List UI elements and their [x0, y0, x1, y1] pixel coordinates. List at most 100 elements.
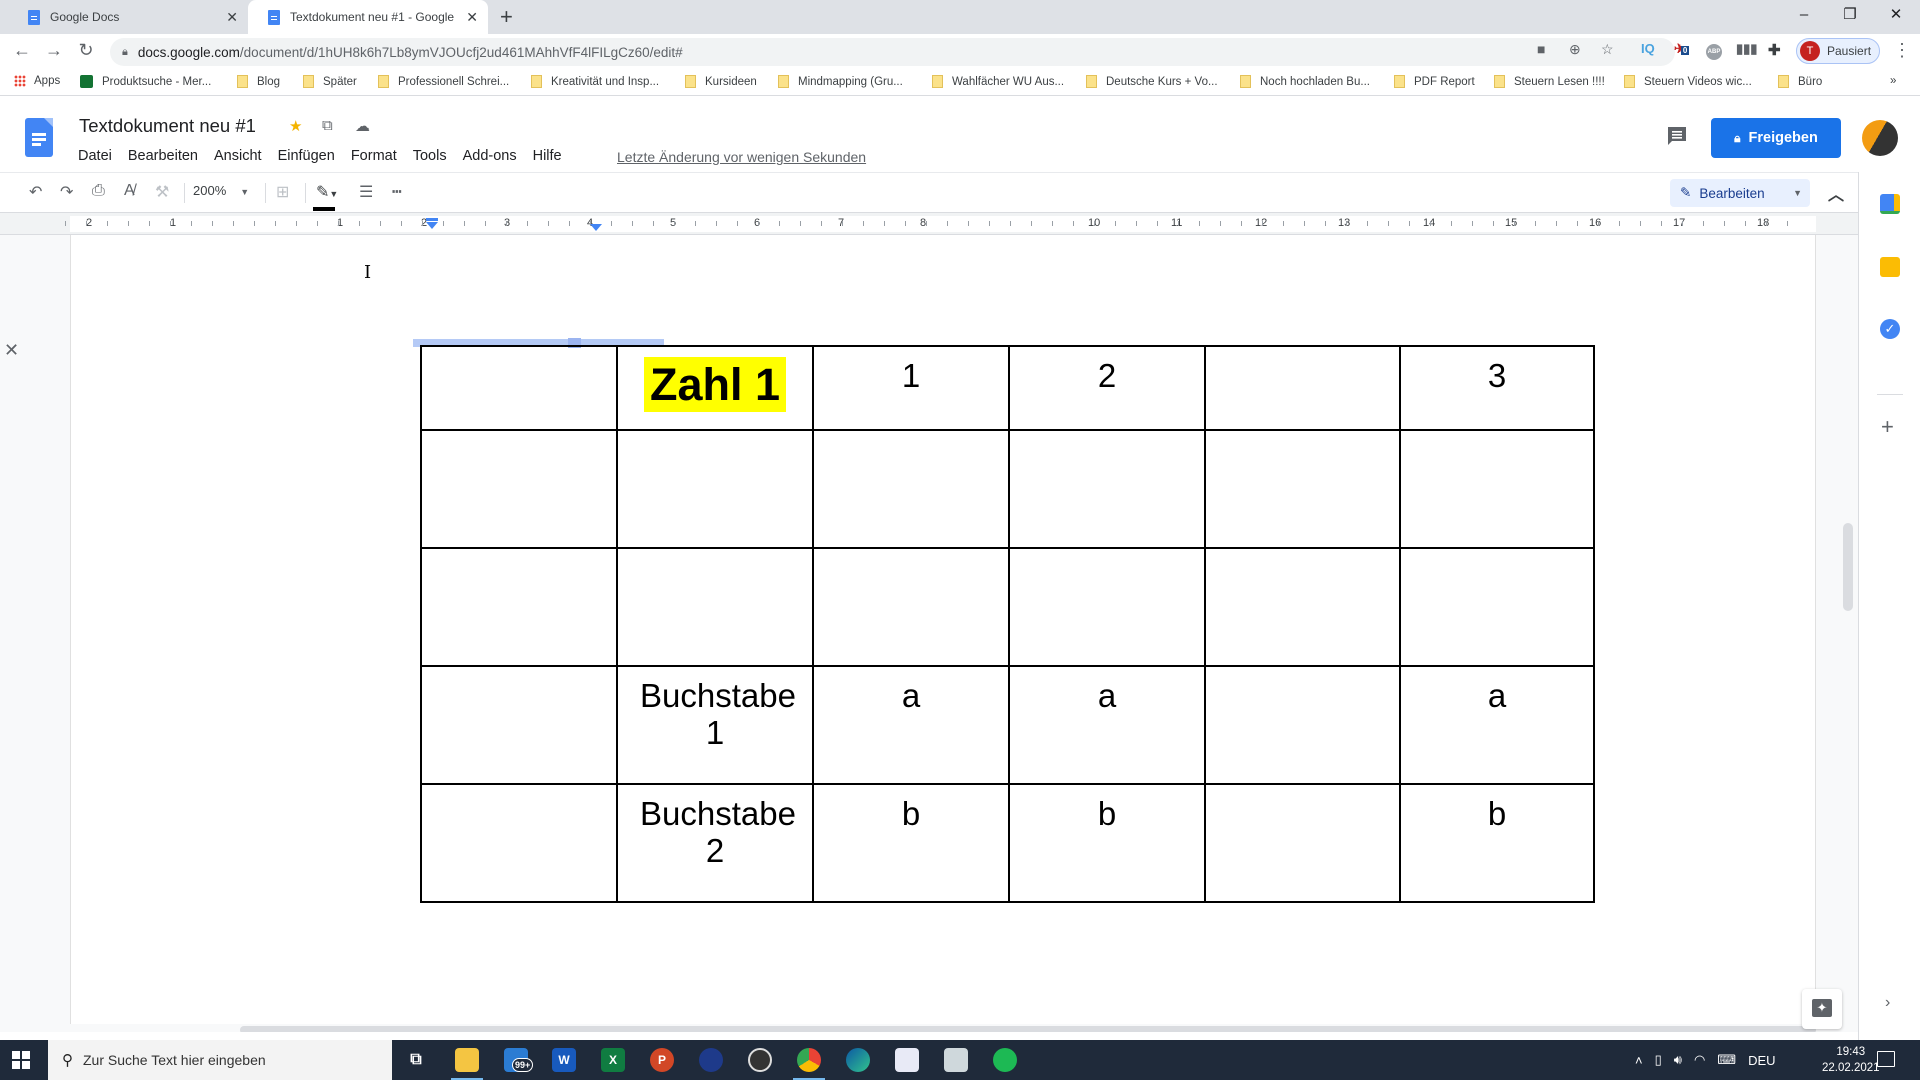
- table-cell[interactable]: Buchstabe 1: [616, 665, 814, 785]
- table-cell[interactable]: 3: [1399, 345, 1595, 431]
- bookmark-item[interactable]: Deutsche Kurs + Vo...: [1086, 75, 1218, 88]
- mail-icon[interactable]: 99+: [504, 1048, 534, 1072]
- extensions-puzzle-icon[interactable]: ✚: [1768, 41, 1781, 59]
- profile-button[interactable]: T Pausiert: [1796, 38, 1880, 64]
- extension-badge-icon[interactable]: ✈0: [1674, 41, 1690, 57]
- undo-icon[interactable]: ↶: [29, 182, 42, 202]
- tab-google-docs[interactable]: Google Docs ✕: [8, 0, 248, 34]
- document-table[interactable]: Zahl 1 1 2 3 Buchstabe 1 a a a Buchstabe 2 b b b: [420, 345, 1595, 903]
- cloud-saved-icon[interactable]: ☁: [355, 117, 370, 135]
- border-dash-icon[interactable]: ┅: [392, 182, 402, 202]
- comments-button[interactable]: [1665, 124, 1689, 146]
- redo-icon[interactable]: ↷: [60, 182, 73, 202]
- menu-bearbeiten[interactable]: Bearbeiten: [128, 148, 198, 164]
- collapse-menus-icon[interactable]: ︿: [1828, 181, 1844, 205]
- signal-extension-icon[interactable]: ▮▮▮: [1736, 41, 1757, 57]
- explore-button[interactable]: ✦: [1802, 989, 1842, 1029]
- bookmark-item[interactable]: Steuern Videos wic...: [1624, 75, 1752, 88]
- spotify-icon[interactable]: [993, 1048, 1017, 1072]
- volume-icon[interactable]: 🔊︎: [1674, 1052, 1682, 1068]
- zoom-in-icon[interactable]: ⊕: [1569, 41, 1581, 58]
- clock[interactable]: 19:43 22.02.2021: [1822, 1044, 1880, 1076]
- app-icon[interactable]: [699, 1048, 723, 1072]
- tab-textdokument[interactable]: Textdokument neu #1 - Google Docs ✕: [248, 0, 488, 34]
- table-cell[interactable]: 2: [1008, 345, 1206, 431]
- chrome-menu-icon[interactable]: ⋮: [1890, 40, 1914, 61]
- menu-format[interactable]: Format: [351, 148, 397, 164]
- table-cell[interactable]: [1008, 429, 1206, 549]
- menu-tools[interactable]: Tools: [413, 148, 447, 164]
- table-cell[interactable]: [420, 665, 618, 785]
- last-edit-link[interactable]: Letzte Änderung vor wenigen Sekunden: [617, 149, 866, 165]
- bookmark-item[interactable]: Büro: [1778, 75, 1822, 88]
- close-window-button[interactable]: ✕: [1873, 2, 1919, 28]
- excel-icon[interactable]: X: [601, 1048, 625, 1072]
- wifi-icon[interactable]: ◠: [1694, 1052, 1705, 1068]
- bookmark-item[interactable]: Später: [303, 75, 357, 88]
- zoom-select[interactable]: 200% ▼: [193, 183, 249, 198]
- table-cell[interactable]: Zahl 1: [616, 345, 814, 431]
- first-line-indent-marker[interactable]: [426, 218, 438, 221]
- table-cell[interactable]: [1204, 665, 1401, 785]
- language-indicator[interactable]: DEU: [1748, 1053, 1775, 1068]
- table-cell[interactable]: [812, 429, 1010, 549]
- table-cell[interactable]: [616, 429, 814, 549]
- bookmark-star-icon[interactable]: ☆: [1601, 41, 1614, 58]
- editing-mode-button[interactable]: ✎ Bearbeiten ▼: [1670, 179, 1810, 207]
- right-indent-marker[interactable]: [590, 224, 602, 231]
- bookmarks-overflow-button[interactable]: »: [1890, 75, 1896, 87]
- close-tab-icon[interactable]: ✕: [226, 9, 238, 26]
- iq-extension-icon[interactable]: IQ: [1641, 41, 1655, 56]
- edge-icon[interactable]: [846, 1048, 870, 1072]
- bookmark-item[interactable]: PDF Report: [1394, 75, 1475, 88]
- bookmark-item[interactable]: Mindmapping (Gru...: [778, 75, 903, 88]
- chrome-icon[interactable]: [793, 1048, 825, 1080]
- menu-hilfe[interactable]: Hilfe: [533, 148, 562, 164]
- ruler[interactable]: 2112345678101112131415161718: [0, 212, 1858, 235]
- close-outline-icon[interactable]: ✕: [4, 340, 19, 361]
- table-cell[interactable]: a: [812, 665, 1010, 785]
- table-cell[interactable]: Buchstabe 2: [616, 783, 814, 903]
- vertical-scrollbar[interactable]: [1843, 523, 1853, 611]
- menu-datei[interactable]: Datei: [78, 148, 112, 164]
- bookmark-item[interactable]: Kreativität und Insp...: [531, 75, 659, 88]
- table-cell[interactable]: a: [1399, 665, 1595, 785]
- add-addon-icon[interactable]: +: [1881, 414, 1894, 440]
- show-side-panel-icon[interactable]: ›: [1885, 994, 1890, 1012]
- app-icon[interactable]: [944, 1048, 968, 1072]
- table-cell[interactable]: [420, 783, 618, 903]
- border-color-pen-icon[interactable]: ✎▼: [316, 182, 338, 202]
- meet-now-icon[interactable]: ▯: [1655, 1052, 1662, 1068]
- bookmark-item[interactable]: Wahlfächer WU Aus...: [932, 75, 1064, 88]
- table-cell[interactable]: b: [1008, 783, 1206, 903]
- calendar-icon[interactable]: [1880, 194, 1900, 214]
- task-view-icon[interactable]: ⧉: [404, 1048, 428, 1072]
- close-tab-icon[interactable]: ✕: [466, 9, 478, 26]
- file-explorer-icon[interactable]: [451, 1048, 483, 1080]
- tasks-icon[interactable]: ✓: [1880, 319, 1900, 339]
- reload-icon[interactable]: ↻: [74, 40, 98, 61]
- bookmark-item[interactable]: Blog: [237, 75, 280, 88]
- powerpoint-icon[interactable]: P: [650, 1048, 674, 1072]
- bookmark-item[interactable]: Produktsuche - Mer...: [80, 75, 211, 88]
- table-cell[interactable]: b: [1399, 783, 1595, 903]
- bookmark-item[interactable]: Professionell Schrei...: [378, 75, 509, 88]
- tray-overflow-icon[interactable]: ˄: [1635, 1053, 1643, 1068]
- app-icon[interactable]: [895, 1048, 919, 1072]
- share-button[interactable]: 🔒︎ Freigeben: [1711, 118, 1841, 158]
- table-cell[interactable]: [1204, 547, 1401, 667]
- keyboard-icon[interactable]: ⌨: [1717, 1052, 1736, 1068]
- document-page[interactable]: Zahl 1 1 2 3 Buchstabe 1 a a a Buchstabe 2 b b b: [70, 235, 1816, 1024]
- horizontal-scrollbar[interactable]: [240, 1026, 1816, 1032]
- obs-icon[interactable]: [748, 1048, 772, 1072]
- bookmark-item[interactable]: Noch hochladen Bu...: [1240, 75, 1370, 88]
- paint-format-icon[interactable]: ⚒: [155, 182, 169, 202]
- table-cell[interactable]: [420, 345, 618, 431]
- table-cell[interactable]: [1204, 429, 1401, 549]
- minimize-button[interactable]: –: [1781, 2, 1827, 28]
- move-folder-icon[interactable]: ⧉: [322, 117, 333, 134]
- url-input[interactable]: 🔒︎ docs.google.com/document/d/1hUH8k6h7L…: [110, 38, 1675, 66]
- google-docs-logo-icon[interactable]: [25, 118, 53, 157]
- table-cell[interactable]: [1399, 429, 1595, 549]
- table-cell[interactable]: [1204, 783, 1401, 903]
